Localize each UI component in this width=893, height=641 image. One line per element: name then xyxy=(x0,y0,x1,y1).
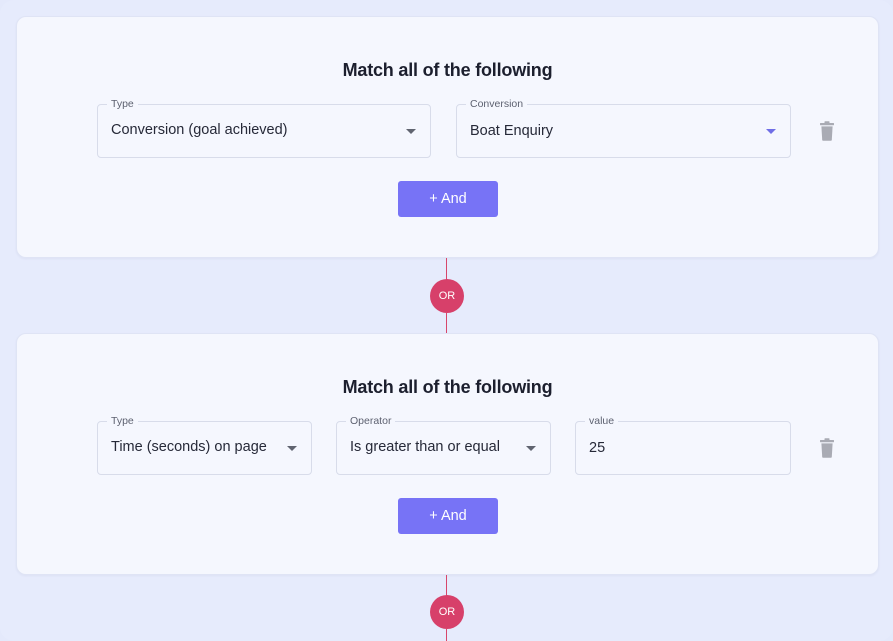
caret-down-icon xyxy=(287,446,297,451)
type-select-label: Type xyxy=(107,414,138,428)
condition-group-2: Match all of the following Type Time (se… xyxy=(16,333,879,575)
add-and-condition-button[interactable]: + And xyxy=(398,498,498,534)
caret-down-icon xyxy=(766,129,776,134)
connector-line xyxy=(446,313,447,333)
operator-select-label: Operator xyxy=(346,414,396,428)
condition-group-1: Match all of the following Type Conversi… xyxy=(16,16,879,258)
operator-select-value: Is greater than or equal xyxy=(350,439,500,455)
conversion-select-value: Boat Enquiry xyxy=(470,123,554,139)
connector-line xyxy=(446,258,447,280)
trash-icon[interactable] xyxy=(819,121,835,141)
rule-builder: Match all of the following Type Conversi… xyxy=(0,0,893,641)
caret-down-icon xyxy=(526,446,536,451)
type-select[interactable]: Type Conversion (goal achieved) xyxy=(97,97,431,158)
or-connector-button[interactable]: OR xyxy=(430,279,464,313)
value-input-value: 25 xyxy=(589,440,606,456)
group-title: Match all of the following xyxy=(342,60,553,80)
group-title: Match all of the following xyxy=(342,377,553,397)
value-input-label: value xyxy=(585,414,619,428)
operator-select[interactable]: Operator Is greater than or equal xyxy=(336,414,551,475)
connector-line xyxy=(446,629,447,641)
type-select-label: Type xyxy=(107,97,138,111)
type-select[interactable]: Type Time (seconds) on page xyxy=(97,414,312,475)
value-input[interactable]: value 25 xyxy=(575,414,791,475)
type-select-value: Time (seconds) on page xyxy=(111,439,267,455)
or-connector-button[interactable]: OR xyxy=(430,595,464,629)
add-and-condition-button[interactable]: + And xyxy=(398,181,498,217)
conversion-select-label: Conversion xyxy=(466,97,528,111)
connector-line xyxy=(446,575,447,596)
caret-down-icon xyxy=(406,129,416,134)
type-select-value: Conversion (goal achieved) xyxy=(111,122,288,138)
trash-icon[interactable] xyxy=(819,438,835,458)
conversion-select[interactable]: Conversion Boat Enquiry xyxy=(456,97,791,158)
